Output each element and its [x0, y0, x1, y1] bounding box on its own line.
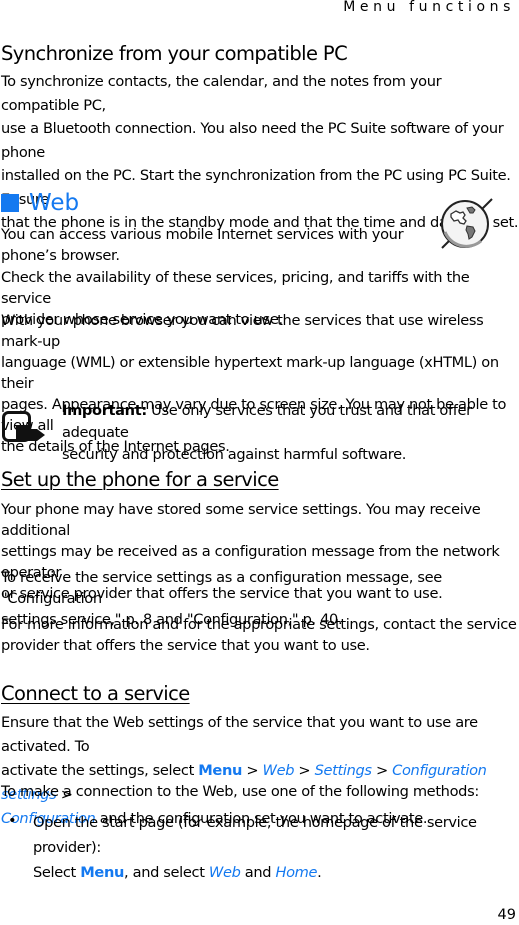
web-section-title: Web: [1, 190, 79, 216]
methods-intro: To make a connection to the Web, use one…: [1, 783, 479, 800]
menu-path-web[interactable]: Web: [263, 762, 295, 779]
sync-line: To synchronize contacts, the calendar, a…: [1, 73, 442, 114]
sync-line: use a Bluetooth connection. You also nee…: [1, 120, 504, 161]
web-check-line: Check the availability of these services…: [1, 269, 470, 307]
bullet-line: Open the start page (for example, the ho…: [33, 814, 477, 856]
web-intro-line: You can access various mobile Internet s…: [1, 226, 404, 243]
important-note: Important: Use only services that you tr…: [62, 400, 519, 466]
web-browser-line: With your phone browser you can view the…: [1, 312, 484, 350]
setup-line: Your phone may have stored some service …: [1, 501, 481, 539]
globe-icon: [441, 198, 493, 249]
menu-path-settings[interactable]: Settings: [315, 762, 372, 779]
running-head: Menu functions: [343, 0, 515, 15]
bullet-point: •: [8, 812, 17, 829]
menu-path-home[interactable]: Home: [275, 864, 317, 881]
bullet-line: Select: [33, 864, 81, 881]
bullet-text: , and select: [124, 864, 209, 881]
setup-line: To receive the service settings as a con…: [1, 569, 442, 607]
bullet-item: Open the start page (for example, the ho…: [33, 810, 519, 885]
setup-section-title: Set up the phone for a service: [1, 468, 279, 491]
connect-section-title: Connect to a service: [1, 682, 190, 705]
menu-path-menu[interactable]: Menu: [198, 762, 242, 779]
path-separator: >: [371, 762, 393, 779]
path-separator: >: [294, 762, 315, 779]
connect-line: Ensure that the Web settings of the serv…: [1, 714, 478, 755]
menu-path-web[interactable]: Web: [209, 864, 241, 881]
connect-line: activate the settings, select: [1, 762, 199, 779]
setup-line: For more information and for the appropr…: [1, 616, 517, 633]
page-number: 49: [497, 907, 516, 923]
setup-line: provider that offers the service that yo…: [1, 637, 370, 654]
section-marker-square: [1, 194, 19, 212]
menu-path-menu[interactable]: Menu: [80, 864, 124, 881]
setup-contact-paragraph: For more information and for the appropr…: [1, 614, 517, 656]
note-label: Important:: [62, 402, 147, 419]
path-separator: >: [242, 762, 263, 779]
bullet-text: and: [240, 864, 276, 881]
web-intro: You can access various mobile Internet s…: [1, 224, 404, 266]
note-line: security and protection against harmful …: [62, 446, 407, 463]
bullet-text: .: [317, 864, 322, 881]
sync-section-title: Synchronize from your compatible PC: [1, 42, 348, 65]
web-intro-line: phone’s browser.: [1, 247, 120, 264]
note-hand-icon: [2, 411, 45, 442]
web-browser-line: language (WML) or extensible hypertext m…: [1, 354, 499, 392]
web-title-text: Web: [29, 190, 80, 216]
